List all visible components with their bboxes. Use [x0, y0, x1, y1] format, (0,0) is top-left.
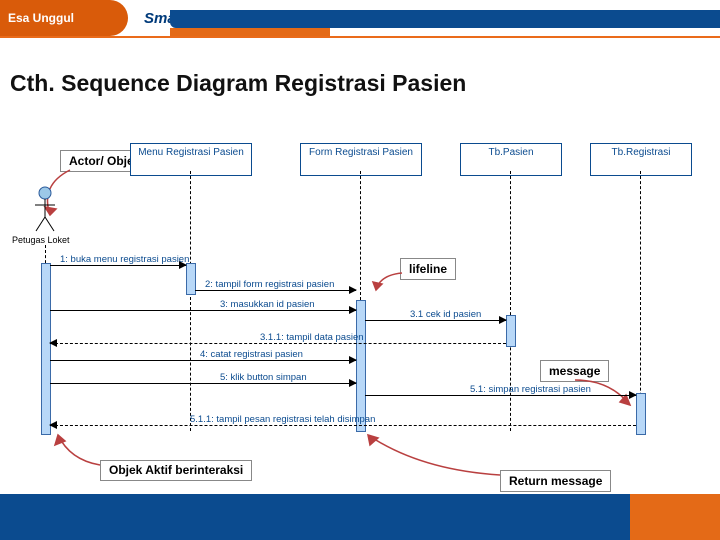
msg-2-text: 2: tampil form registrasi pasien: [205, 279, 334, 290]
msg-1-text: 1: buka menu registrasi pasien: [60, 254, 189, 265]
msg-3-text: 3: masukkan id pasien: [220, 299, 315, 310]
sequence-diagram: Petugas Loket Menu Registrasi Pasien For…: [10, 135, 710, 475]
participant-tbpasien: Tb.Pasien: [460, 143, 562, 176]
msg-5-1-1-line: [50, 425, 636, 426]
activation-tbpasien: [506, 315, 516, 347]
msg-5-line: [50, 383, 356, 384]
msg-1-line: [50, 265, 186, 266]
participant-tbregistrasi: Tb.Registrasi: [590, 143, 692, 176]
participant-form: Form Registrasi Pasien: [300, 143, 422, 176]
activation-tbregistrasi: [636, 393, 646, 435]
msg-5-1-line: [365, 395, 636, 396]
footer-accent: [630, 494, 720, 540]
university-name: Esa Unggul: [8, 11, 74, 25]
msg-3-1-1-line: [50, 343, 506, 344]
msg-3-1-line: [365, 320, 506, 321]
msg-3-1-text: 3.1 cek id pasien: [410, 309, 481, 320]
lifeline-menu: [190, 171, 191, 431]
slide-title: Cth. Sequence Diagram Registrasi Pasien: [10, 70, 710, 97]
msg-5-text: 5: klik button simpan: [220, 372, 307, 383]
msg-4-line: [50, 360, 356, 361]
lifeline-tbregistrasi: [640, 171, 641, 431]
msg-2-line: [195, 290, 356, 291]
footer-bar: [0, 494, 720, 540]
msg-5-1-1-text: 5.1.1: tampil pesan registrasi telah dis…: [190, 414, 375, 425]
msg-3-line: [50, 310, 356, 311]
msg-3-1-1-text: 3.1.1: tampil data pasien: [260, 332, 364, 343]
msg-4-text: 4: catat registrasi pasien: [200, 349, 303, 360]
actor-icon: [30, 185, 60, 235]
activation-actor: [41, 263, 51, 435]
university-logo: Esa Unggul: [0, 0, 128, 36]
msg-5-1-text: 5.1: simpan registrasi pasien: [470, 384, 591, 395]
header-stripes: [0, 38, 720, 46]
participant-menu: Menu Registrasi Pasien: [130, 143, 252, 176]
actor-label: Petugas Loket: [12, 235, 70, 245]
